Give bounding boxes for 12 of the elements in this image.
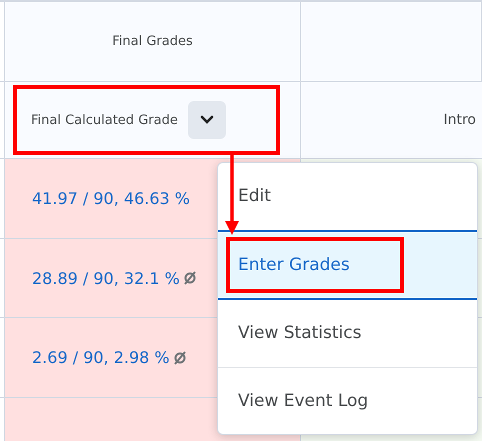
menu-item[interactable]: Enter Grades [218,230,477,300]
column-header: Intro [443,112,476,128]
grade-link[interactable]: 41.97 / 90, 46.63 % [32,189,190,208]
menu-item[interactable]: View Statistics [218,300,477,366]
menu-item[interactable]: View Event Log [218,366,477,434]
grade-link[interactable]: 2.69 / 90, 2.98 % [32,348,170,367]
menu-item[interactable]: Edit [218,163,477,230]
grade-link[interactable]: 28.89 / 90, 32.1 % [32,268,180,288]
group-header: Final Grades [112,34,193,49]
column-header: Final Calculated Grade [31,112,178,128]
column-menu-button[interactable] [188,101,226,139]
chevron-down-icon [200,115,214,125]
